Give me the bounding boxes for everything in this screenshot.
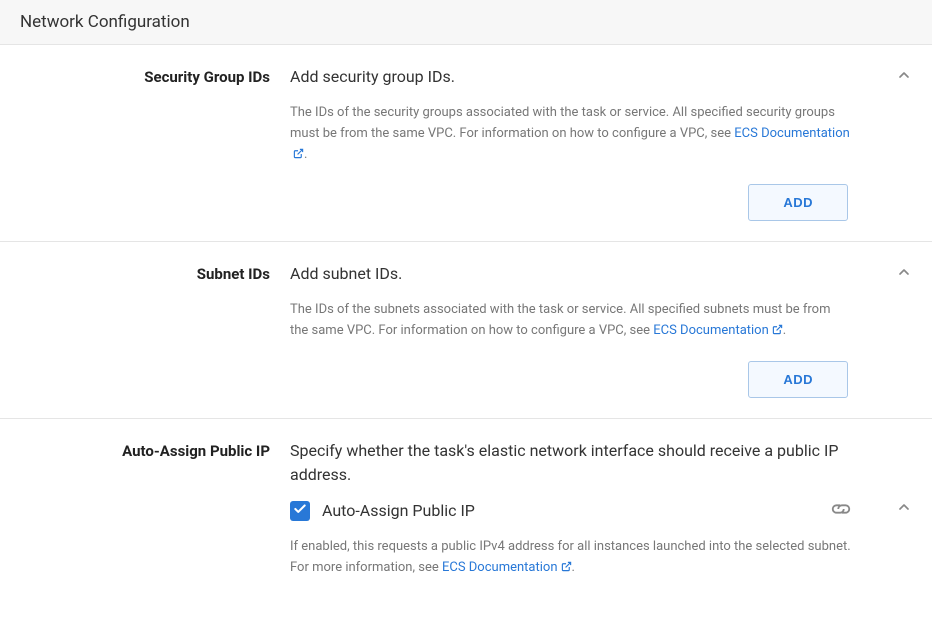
section-title: Network Configuration <box>20 12 190 32</box>
subnet-btn-row: ADD <box>290 361 852 398</box>
security-group-row: Security Group IDs Add security group ID… <box>0 45 932 242</box>
link-chain-icon <box>830 502 852 521</box>
security-group-content: Add security group IDs. The IDs of the s… <box>290 65 912 221</box>
subnet-label-col: Subnet IDs <box>20 262 290 398</box>
public-ip-link-icon[interactable] <box>830 501 852 521</box>
public-ip-doc-link[interactable]: ECS Documentation <box>442 560 572 575</box>
chevron-up-icon <box>896 68 912 87</box>
external-link-icon <box>293 146 304 167</box>
subnet-label: Subnet IDs <box>197 265 270 283</box>
security-group-label: Security Group IDs <box>144 68 270 86</box>
security-group-add-button[interactable]: ADD <box>748 184 848 221</box>
subnet-title: Add subnet IDs. <box>290 262 852 286</box>
public-ip-desc: If enabled, this requests a public IPv4 … <box>290 537 852 580</box>
subnet-row: Subnet IDs Add subnet IDs. The IDs of th… <box>0 242 932 419</box>
security-group-label-col: Security Group IDs <box>20 65 290 221</box>
public-ip-label-col: Auto-Assign Public IP <box>20 439 290 580</box>
chevron-up-icon <box>896 265 912 284</box>
subnet-desc-suffix: . <box>783 323 786 338</box>
subnet-desc: The IDs of the subnets associated with t… <box>290 300 852 343</box>
security-group-title: Add security group IDs. <box>290 65 852 89</box>
security-group-desc-suffix: . <box>304 147 307 162</box>
security-group-desc: The IDs of the security groups associate… <box>290 103 852 166</box>
public-ip-row: Auto-Assign Public IP Specify whether th… <box>0 419 932 600</box>
external-link-icon <box>772 322 783 343</box>
subnet-doc-link[interactable]: ECS Documentation <box>653 323 783 338</box>
public-ip-desc-suffix: . <box>572 560 575 575</box>
subnet-content: Add subnet IDs. The IDs of the subnets a… <box>290 262 912 398</box>
public-ip-checkbox-row: Auto-Assign Public IP <box>290 501 852 521</box>
public-ip-title: Specify whether the task's elastic netwo… <box>290 439 852 487</box>
security-group-collapse-toggle[interactable] <box>896 67 912 87</box>
subnet-collapse-toggle[interactable] <box>896 264 912 284</box>
subnet-add-button[interactable]: ADD <box>748 361 848 398</box>
check-icon <box>293 501 307 520</box>
external-link-icon <box>561 559 572 580</box>
security-group-btn-row: ADD <box>290 184 852 221</box>
public-ip-checkbox-label: Auto-Assign Public IP <box>322 501 475 520</box>
public-ip-label: Auto-Assign Public IP <box>122 442 270 460</box>
public-ip-content: Specify whether the task's elastic netwo… <box>290 439 912 580</box>
public-ip-checkbox[interactable] <box>290 501 310 521</box>
chevron-up-icon <box>896 500 912 519</box>
public-ip-collapse-toggle[interactable] <box>896 499 912 519</box>
section-header: Network Configuration <box>0 0 932 45</box>
